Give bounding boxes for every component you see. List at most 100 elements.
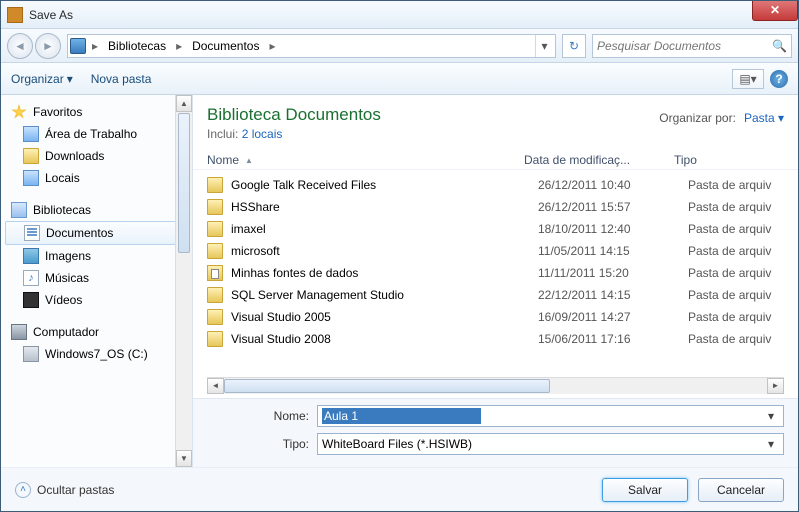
search-box[interactable]: 🔍 (592, 34, 792, 58)
titlebar: Save As ✕ (1, 1, 798, 29)
sidebar-item-locais[interactable]: Locais (1, 167, 192, 189)
refresh-button[interactable]: ↻ (562, 34, 586, 58)
file-row[interactable]: Visual Studio 200815/06/2011 17:16Pasta … (207, 328, 798, 350)
file-date: 22/12/2011 14:15 (538, 288, 688, 302)
close-icon: ✕ (770, 3, 780, 17)
arrange-value[interactable]: Pasta ▾ (744, 111, 784, 125)
sidebar-favorites[interactable]: Favoritos (1, 101, 192, 123)
file-type: Pasta de arquiv (688, 266, 798, 280)
sidebar-libraries[interactable]: Bibliotecas (1, 199, 192, 221)
file-name: microsoft (231, 244, 538, 258)
file-row[interactable]: microsoft11/05/2011 14:15Pasta de arquiv (207, 240, 798, 262)
arrange-by: Organizar por: Pasta ▾ (659, 105, 784, 125)
libraries-icon (70, 38, 86, 54)
sidebar-scrollbar[interactable]: ▲ ▼ (175, 95, 192, 467)
scroll-left-button[interactable]: ◄ (207, 378, 224, 394)
main-header: Biblioteca Documentos Inclui: 2 locais O… (193, 95, 798, 147)
sidebar-item-music[interactable]: ♪Músicas (1, 267, 192, 289)
forward-icon: ► (42, 39, 54, 53)
file-row[interactable]: HSShare26/12/2011 15:57Pasta de arquiv (207, 196, 798, 218)
collapse-icon: ˄ (15, 482, 31, 498)
sidebar-item-downloads[interactable]: Downloads (1, 145, 192, 167)
sidebar-item-desktop[interactable]: Área de Trabalho (1, 123, 192, 145)
file-row[interactable]: SQL Server Management Studio22/12/2011 1… (207, 284, 798, 306)
file-type: Pasta de arquiv (688, 288, 798, 302)
cancel-button[interactable]: Cancelar (698, 478, 784, 502)
file-date: 11/11/2011 15:20 (538, 266, 688, 280)
toolbar: Organizar ▾ Nova pasta ▤▾ ? (1, 63, 798, 95)
library-title: Biblioteca Documentos (207, 105, 659, 125)
filetype-input[interactable] (322, 437, 763, 451)
back-icon: ◄ (14, 39, 26, 53)
organize-button[interactable]: Organizar ▾ (11, 72, 73, 86)
folder-icon (207, 221, 223, 237)
filename-input[interactable] (322, 408, 481, 424)
libraries-icon (11, 202, 27, 218)
col-type[interactable]: Tipo (674, 153, 784, 167)
folder-icon (207, 177, 223, 193)
star-icon (11, 104, 27, 120)
scroll-up-button[interactable]: ▲ (176, 95, 192, 112)
file-name: Minhas fontes de dados (231, 266, 538, 280)
col-date[interactable]: Data de modificaç... (524, 153, 674, 167)
view-mode-button[interactable]: ▤▾ (732, 69, 764, 89)
file-name: imaxel (231, 222, 538, 236)
chevron-icon[interactable]: ▸ (172, 39, 186, 53)
help-button[interactable]: ? (770, 70, 788, 88)
dialog-body: Favoritos Área de Trabalho Downloads Loc… (1, 95, 798, 467)
sidebar-item-documents[interactable]: Documentos (5, 221, 188, 245)
caret-icon: ▾ (751, 72, 757, 86)
search-icon[interactable]: 🔍 (772, 39, 787, 53)
scroll-track[interactable] (224, 378, 767, 394)
search-input[interactable] (597, 39, 772, 53)
file-name: Visual Studio 2008 (231, 332, 538, 346)
filename-combo[interactable]: ▾ (317, 405, 784, 427)
sidebar-item-drive-c[interactable]: Windows7_OS (C:) (1, 343, 192, 365)
folder-icon (207, 331, 223, 347)
breadcrumb[interactable]: ▸ Bibliotecas ▸ Documentos ▸ ▾ (67, 34, 556, 58)
video-icon (23, 292, 39, 308)
scroll-right-button[interactable]: ► (767, 378, 784, 394)
music-icon: ♪ (23, 270, 39, 286)
sort-asc-icon: ▲ (245, 156, 253, 165)
close-button[interactable]: ✕ (752, 1, 798, 21)
nav-bar: ◄ ► ▸ Bibliotecas ▸ Documentos ▸ ▾ ↻ 🔍 (1, 29, 798, 63)
breadcrumb-seg[interactable]: Bibliotecas (104, 37, 170, 55)
file-type: Pasta de arquiv (688, 310, 798, 324)
chevron-icon[interactable]: ▸ (88, 39, 102, 53)
chevron-icon[interactable]: ▸ (265, 39, 279, 53)
back-button[interactable]: ◄ (7, 33, 33, 59)
new-folder-label: Nova pasta (91, 72, 152, 86)
file-row[interactable]: Google Talk Received Files26/12/2011 10:… (207, 174, 798, 196)
file-row[interactable]: imaxel18/10/2011 12:40Pasta de arquiv (207, 218, 798, 240)
sidebar-item-videos[interactable]: Vídeos (1, 289, 192, 311)
scroll-down-button[interactable]: ▼ (176, 450, 192, 467)
sidebar-computer[interactable]: Computador (1, 321, 192, 343)
scroll-thumb[interactable] (178, 113, 190, 253)
computer-icon (11, 324, 27, 340)
sidebar: Favoritos Área de Trabalho Downloads Loc… (1, 95, 193, 467)
refresh-icon: ↻ (569, 39, 579, 53)
file-date: 15/06/2011 17:16 (538, 332, 688, 346)
filetype-combo[interactable]: ▾ (317, 433, 784, 455)
new-folder-button[interactable]: Nova pasta (91, 72, 152, 86)
help-icon: ? (775, 72, 782, 86)
sidebar-item-images[interactable]: Imagens (1, 245, 192, 267)
locations-link[interactable]: 2 locais (242, 127, 283, 141)
forward-button[interactable]: ► (35, 33, 61, 59)
file-row[interactable]: Minhas fontes de dados11/11/2011 15:20Pa… (207, 262, 798, 284)
file-row[interactable]: Visual Studio 200516/09/2011 14:27Pasta … (207, 306, 798, 328)
file-name: HSShare (231, 200, 538, 214)
breadcrumb-dropdown[interactable]: ▾ (535, 35, 553, 57)
dropdown-icon[interactable]: ▾ (763, 437, 779, 451)
breadcrumb-seg[interactable]: Documentos (188, 37, 263, 55)
scroll-thumb[interactable] (224, 379, 550, 393)
col-name[interactable]: Nome▲ (207, 153, 524, 167)
view-icon: ▤ (739, 72, 750, 86)
horizontal-scrollbar[interactable]: ◄ ► (207, 377, 784, 394)
window-title: Save As (29, 8, 73, 22)
save-button[interactable]: Salvar (602, 478, 688, 502)
dropdown-icon[interactable]: ▾ (763, 409, 779, 423)
view-options: ▤▾ ? (732, 69, 788, 89)
hide-folders-button[interactable]: ˄ Ocultar pastas (15, 482, 114, 498)
